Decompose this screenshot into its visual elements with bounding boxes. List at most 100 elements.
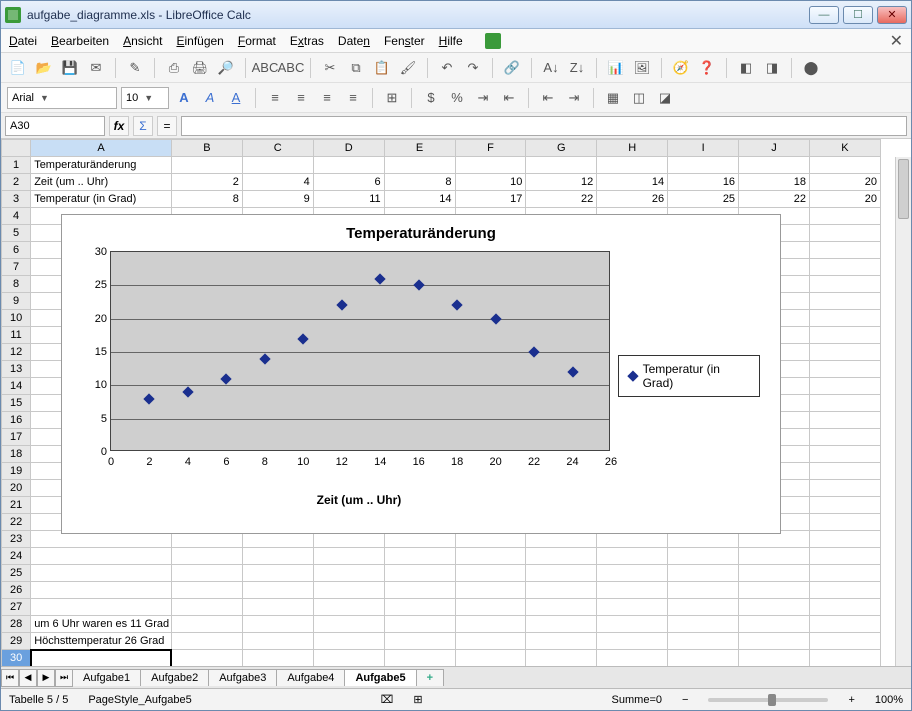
row-header-30[interactable]: 30 [2, 650, 31, 667]
cell-K23[interactable] [809, 531, 880, 548]
row-header-28[interactable]: 28 [2, 616, 31, 633]
fx-icon[interactable]: fx [109, 116, 129, 136]
indent-inc-icon[interactable]: ⇥ [563, 87, 585, 109]
cell-C1[interactable] [242, 157, 313, 174]
embedded-chart[interactable]: Temperaturänderung Temperatur in Grad 05… [61, 214, 781, 534]
cell-A30[interactable] [31, 650, 172, 667]
underline-icon[interactable]: A [225, 87, 247, 109]
copy-icon[interactable]: ⧉ [345, 57, 367, 79]
doc-close-icon[interactable]: ✕ [890, 31, 903, 51]
cell-D29[interactable] [313, 633, 384, 650]
cell-I27[interactable] [668, 599, 739, 616]
cell-J29[interactable] [739, 633, 810, 650]
cell-K27[interactable] [809, 599, 880, 616]
cell-K13[interactable] [809, 361, 880, 378]
cell-K4[interactable] [809, 208, 880, 225]
cell-B1[interactable] [171, 157, 242, 174]
row-header-10[interactable]: 10 [2, 310, 31, 327]
cell-K12[interactable] [809, 344, 880, 361]
row-header-26[interactable]: 26 [2, 582, 31, 599]
cell-G25[interactable] [526, 565, 597, 582]
cell-K3[interactable]: 20 [809, 191, 880, 208]
cell-K6[interactable] [809, 242, 880, 259]
cell-K14[interactable] [809, 378, 880, 395]
align-left-icon[interactable]: ≡ [264, 87, 286, 109]
cell-C29[interactable] [242, 633, 313, 650]
row-header-5[interactable]: 5 [2, 225, 31, 242]
cell-H2[interactable]: 14 [597, 174, 668, 191]
status-insert-icon[interactable]: ⌧ [381, 693, 394, 706]
cell-I1[interactable] [668, 157, 739, 174]
cell-I24[interactable] [668, 548, 739, 565]
cell-C3[interactable]: 9 [242, 191, 313, 208]
cell-J1[interactable] [739, 157, 810, 174]
cell-F25[interactable] [455, 565, 526, 582]
tab-next-icon[interactable]: ▶ [37, 669, 55, 687]
cell-K28[interactable] [809, 616, 880, 633]
cell-F30[interactable] [455, 650, 526, 667]
row-header-9[interactable]: 9 [2, 293, 31, 310]
cell-K5[interactable] [809, 225, 880, 242]
row-header-20[interactable]: 20 [2, 480, 31, 497]
cell-I26[interactable] [668, 582, 739, 599]
cell-C2[interactable]: 4 [242, 174, 313, 191]
cell-I30[interactable] [668, 650, 739, 667]
cell-K26[interactable] [809, 582, 880, 599]
formatpaint-icon[interactable]: 🖌 [397, 57, 419, 79]
chart-icon[interactable]: 📊 [605, 57, 627, 79]
cell-G1[interactable] [526, 157, 597, 174]
indent-dec-icon[interactable]: ⇤ [537, 87, 559, 109]
cell-I2[interactable]: 16 [668, 174, 739, 191]
cell-B2[interactable]: 2 [171, 174, 242, 191]
paste-icon[interactable]: 📋 [371, 57, 393, 79]
cell-E1[interactable] [384, 157, 455, 174]
row-header-19[interactable]: 19 [2, 463, 31, 480]
dec-dec-icon[interactable]: ⇤ [498, 87, 520, 109]
cell-A1[interactable]: Temperaturänderung [31, 157, 172, 174]
vertical-scrollbar[interactable] [895, 157, 911, 666]
cell-F26[interactable] [455, 582, 526, 599]
cell-G24[interactable] [526, 548, 597, 565]
bold-icon[interactable]: A [173, 87, 195, 109]
cell-F27[interactable] [455, 599, 526, 616]
cell-E28[interactable] [384, 616, 455, 633]
cell-E29[interactable] [384, 633, 455, 650]
row-header-25[interactable]: 25 [2, 565, 31, 582]
col-header-K[interactable]: K [809, 140, 880, 157]
cell-I25[interactable] [668, 565, 739, 582]
open-icon[interactable]: 📂 [33, 57, 55, 79]
cell-K30[interactable] [809, 650, 880, 667]
cell-J24[interactable] [739, 548, 810, 565]
currency-icon[interactable]: $ [420, 87, 442, 109]
col-header-A[interactable]: A [31, 140, 172, 157]
close-button[interactable]: ✕ [877, 6, 907, 24]
cell-H25[interactable] [597, 565, 668, 582]
col-header-D[interactable]: D [313, 140, 384, 157]
merge-icon[interactable]: ⊞ [381, 87, 403, 109]
cell-A28[interactable]: um 6 Uhr waren es 11 Grad [31, 616, 172, 633]
row-header-7[interactable]: 7 [2, 259, 31, 276]
row-header-8[interactable]: 8 [2, 276, 31, 293]
borders-icon[interactable]: ▦ [602, 87, 624, 109]
tab-last-icon[interactable]: ⏭ [55, 669, 73, 687]
row-header-24[interactable]: 24 [2, 548, 31, 565]
italic-icon[interactable]: A [199, 87, 221, 109]
row-header-27[interactable]: 27 [2, 599, 31, 616]
cell-K15[interactable] [809, 395, 880, 412]
print-icon[interactable]: 🖨 [189, 57, 211, 79]
cell-J2[interactable]: 18 [739, 174, 810, 191]
align-right-icon[interactable]: ≡ [316, 87, 338, 109]
cell-E26[interactable] [384, 582, 455, 599]
cell-H24[interactable] [597, 548, 668, 565]
cell-E2[interactable]: 8 [384, 174, 455, 191]
sheet-tab-aufgabe5[interactable]: Aufgabe5 [344, 669, 416, 686]
cell-K7[interactable] [809, 259, 880, 276]
cell-D3[interactable]: 11 [313, 191, 384, 208]
cell-D30[interactable] [313, 650, 384, 667]
menu-datei[interactable]: Datei [9, 34, 37, 48]
cell-F3[interactable]: 17 [455, 191, 526, 208]
cell-A24[interactable] [31, 548, 172, 565]
cell-D1[interactable] [313, 157, 384, 174]
cell-F28[interactable] [455, 616, 526, 633]
cell-A3[interactable]: Temperatur (in Grad) [31, 191, 172, 208]
